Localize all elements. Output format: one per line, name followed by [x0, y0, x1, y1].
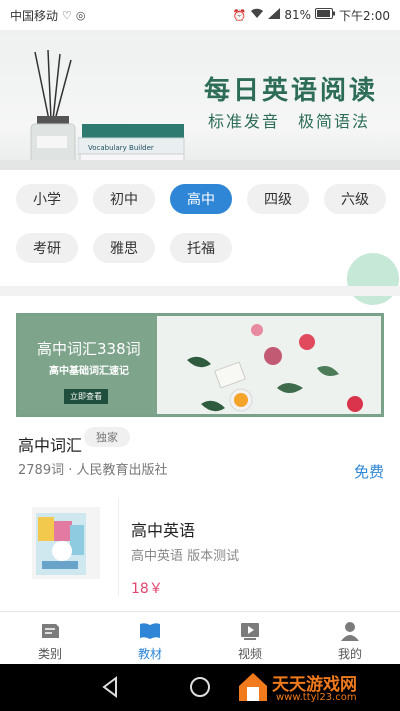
- category-chip-toefl[interactable]: 托福: [170, 233, 232, 263]
- status-bar: 中国移动 ♡ ◎ ⏰ 81% 下午2:00: [0, 0, 400, 30]
- shelf-decoration: [0, 160, 400, 170]
- featured-course-banner[interactable]: 高中词汇338词 高中基础词汇速记 立即查看: [16, 313, 384, 417]
- book-description: 高中英语 版本测试: [131, 549, 240, 564]
- category-chip-junior[interactable]: 初中: [93, 184, 155, 214]
- site-watermark: 天天游戏网 www.ttyl23.com: [232, 668, 400, 708]
- reed-diffuser-illustration: [30, 50, 76, 168]
- section-divider: [0, 286, 400, 296]
- course-title[interactable]: 高中词汇: [18, 432, 82, 456]
- tab-textbook[interactable]: 教材: [100, 612, 200, 664]
- watermark-logo-icon: [239, 673, 267, 701]
- category-icon: [42, 624, 59, 638]
- heart-notification-icon: ♡: [62, 8, 72, 22]
- profile-icon: [341, 622, 359, 641]
- category-chip-primary[interactable]: 小学: [16, 184, 78, 214]
- tab-video[interactable]: 视频: [200, 612, 300, 664]
- book-title[interactable]: 高中英语: [131, 517, 195, 541]
- view-now-button[interactable]: 立即查看: [64, 389, 108, 404]
- signal-icon: [268, 8, 281, 22]
- category-row-2: 考研 雅思 托福: [16, 233, 232, 263]
- carrier-label: 中国移动: [10, 8, 59, 23]
- video-icon: [241, 623, 259, 640]
- category-chip-cet6[interactable]: 六级: [324, 184, 386, 214]
- back-icon[interactable]: [98, 674, 124, 700]
- battery-icon: [315, 8, 336, 22]
- flowers-illustration: [187, 324, 363, 412]
- course-meta: 2789词 · 人民教育出版社: [18, 463, 168, 478]
- course-price-free[interactable]: 免费: [354, 461, 384, 482]
- alarm-icon: ⏰: [232, 8, 247, 22]
- book-spine-text: Vocabulary Builder: [88, 144, 154, 152]
- category-chip-kaoyan[interactable]: 考研: [16, 233, 78, 263]
- category-chip-cet4[interactable]: 四级: [247, 184, 309, 214]
- wechat-icon: ◎: [75, 8, 86, 22]
- featured-banner-subtitle: 高中基础词汇速记: [49, 366, 129, 377]
- home-icon[interactable]: [187, 674, 213, 700]
- book-price: 18￥: [131, 581, 163, 597]
- battery-percent: 81%: [284, 8, 312, 22]
- featured-banner-title: 高中词汇338词: [37, 340, 141, 358]
- tab-label-profile: 我的: [337, 647, 362, 661]
- banner-title: 每日英语阅读: [203, 76, 378, 106]
- banner-subtitle: 标准发音 极简语法: [207, 112, 370, 131]
- book-cover-image[interactable]: [32, 507, 100, 579]
- category-chip-senior[interactable]: 高中: [170, 184, 232, 214]
- tab-label-textbook: 教材: [137, 647, 162, 661]
- hero-banner[interactable]: Vocabulary Builder 每日英语阅读 标准发音 极简语法: [0, 30, 400, 170]
- bottom-tab-bar: 类别 教材 视频 我的: [0, 611, 400, 664]
- clock: 下午2:00: [339, 8, 390, 23]
- wifi-icon: [250, 8, 264, 22]
- book-icon: [140, 623, 160, 639]
- exclusive-badge: 独家: [84, 427, 130, 447]
- tab-label-video: 视频: [237, 647, 262, 661]
- book-separator: [118, 498, 119, 596]
- category-chip-ielts[interactable]: 雅思: [93, 233, 155, 263]
- tab-category[interactable]: 类别: [0, 612, 100, 664]
- watermark-url: www.ttyl23.com: [276, 692, 357, 703]
- floating-action-button[interactable]: [347, 253, 399, 305]
- category-row-1: 小学 初中 高中 四级 六级: [16, 184, 386, 214]
- tab-label-category: 类别: [37, 647, 62, 661]
- featured-banner-panel: 高中词汇338词 高中基础词汇速记 立即查看: [19, 316, 157, 414]
- tab-profile[interactable]: 我的: [300, 612, 400, 664]
